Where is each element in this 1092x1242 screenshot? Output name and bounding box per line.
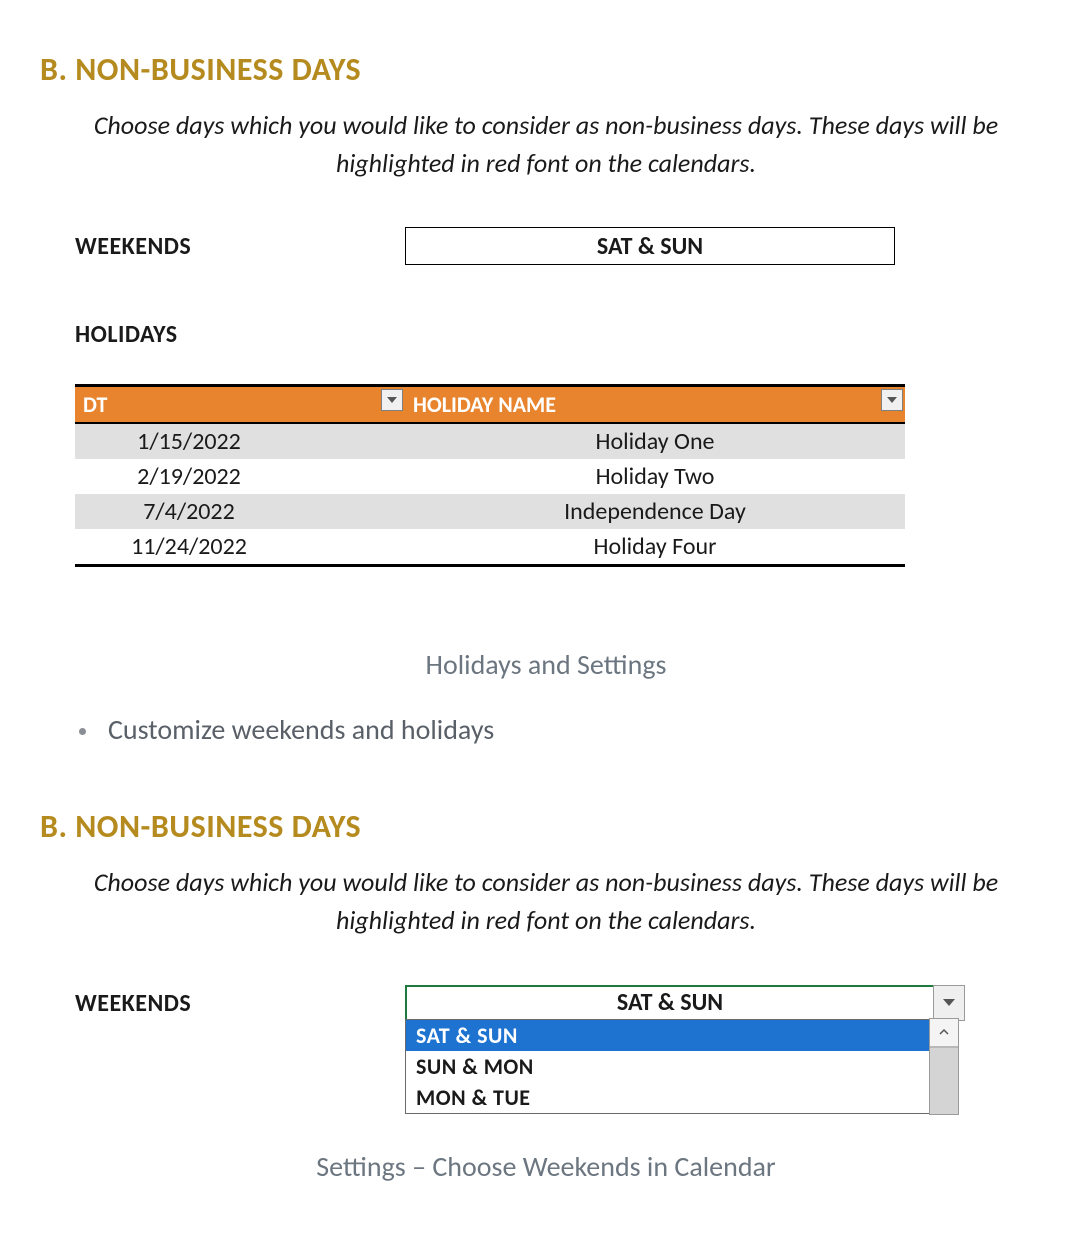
weekends-select-closed[interactable]: SAT & SUN — [405, 227, 895, 265]
bullet-list: Customize weekends and holidays — [100, 712, 1052, 747]
weekends-select-open[interactable]: SAT & SUN SAT & SUN SUN & MON MON & TUE — [405, 985, 935, 1114]
dropdown-option[interactable]: MON & TUE — [406, 1082, 929, 1113]
chevron-up-icon[interactable] — [930, 1019, 958, 1047]
scroll-thumb[interactable] — [930, 1047, 958, 1114]
table-row: 1/15/2022 Holiday One — [75, 423, 905, 459]
col-header-name: HOLIDAY NAME — [405, 386, 905, 424]
chevron-down-icon[interactable] — [933, 985, 965, 1021]
table-row: 7/4/2022 Independence Day — [75, 494, 905, 529]
table-row: 2/19/2022 Holiday Two — [75, 459, 905, 494]
weekends-row-1: WEEKENDS SAT & SUN — [75, 227, 1052, 265]
section-desc-2: Choose days which you would like to cons… — [40, 864, 1052, 939]
select-display[interactable]: SAT & SUN — [405, 985, 935, 1021]
weekends-label-2: WEEKENDS — [75, 989, 405, 1018]
filter-icon[interactable] — [881, 389, 903, 411]
col-header-dt: DT — [75, 386, 405, 424]
bullet-item: Customize weekends and holidays — [100, 712, 1052, 747]
section-desc-1: Choose days which you would like to cons… — [40, 107, 1052, 182]
figure-caption-2: Settings – Choose Weekends in Calendar — [40, 1149, 1052, 1184]
holidays-table: DT HOLIDAY NAME 1/15/2022 Holiday One 2/… — [75, 384, 905, 567]
dropdown-option[interactable]: SUN & MON — [406, 1051, 929, 1082]
section-title-2: B. NON-BUSINESS DAYS — [40, 807, 1052, 846]
table-row: 11/24/2022 Holiday Four — [75, 529, 905, 566]
section-title-1: B. NON-BUSINESS DAYS — [40, 50, 1052, 89]
weekends-row-2: WEEKENDS SAT & SUN SAT & SUN SUN & MON M… — [75, 985, 1052, 1114]
holidays-label: HOLIDAYS — [75, 320, 1052, 349]
filter-icon[interactable] — [381, 389, 403, 411]
weekends-label-1: WEEKENDS — [75, 232, 405, 261]
dropdown-option[interactable]: SAT & SUN — [406, 1020, 929, 1051]
dropdown-scrollbar[interactable] — [929, 1018, 959, 1115]
dropdown-list: SAT & SUN SUN & MON MON & TUE — [405, 1019, 930, 1114]
figure-caption-1: Holidays and Settings — [40, 647, 1052, 682]
